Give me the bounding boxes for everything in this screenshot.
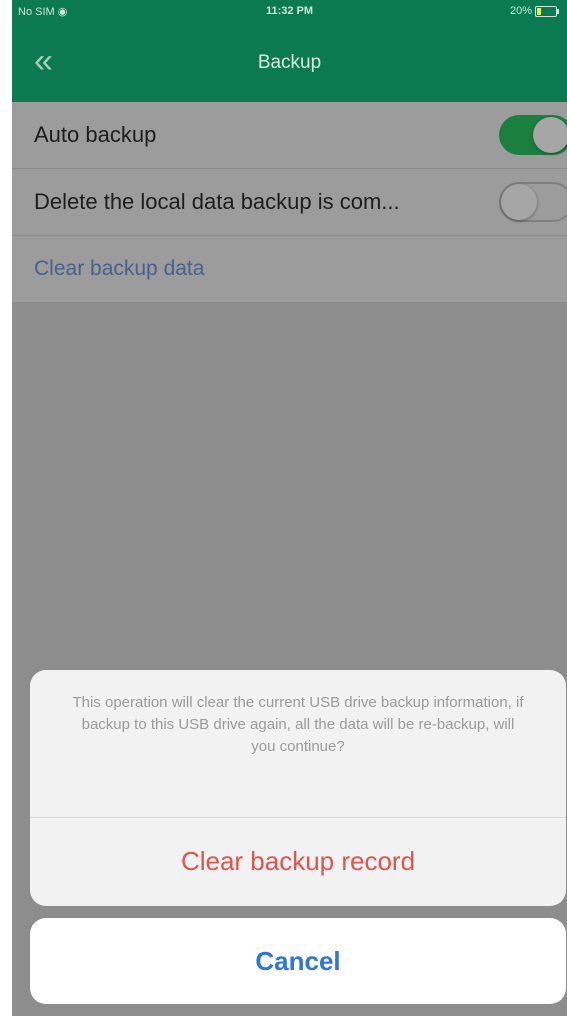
- clear-backup-data-row[interactable]: Clear backup data: [12, 236, 567, 303]
- cancel-button[interactable]: Cancel: [30, 918, 566, 1004]
- app-screen: No SIM ◉ 11:32 PM 20% « Backup Auto back…: [12, 0, 567, 1016]
- battery-icon: [535, 5, 559, 17]
- status-battery-percent: 20%: [509, 5, 532, 17]
- toggle-knob: [501, 184, 537, 220]
- settings-list: Auto backup Delete the local data backup…: [12, 102, 567, 303]
- delete-local-row: Delete the local data backup is com...: [12, 169, 567, 236]
- clear-backup-data-label: Clear backup data: [34, 257, 205, 280]
- delete-local-label: Delete the local data backup is com...: [34, 189, 400, 214]
- clear-backup-record-button[interactable]: Clear backup record: [30, 818, 566, 904]
- auto-backup-label: Auto backup: [34, 122, 157, 147]
- page-title: Backup: [257, 52, 322, 73]
- toggle-knob: [533, 117, 567, 153]
- action-sheet: This operation will clear the current US…: [30, 670, 566, 906]
- auto-backup-row: Auto backup: [12, 102, 567, 169]
- status-time: 11:32 PM: [265, 5, 314, 17]
- status-bar: No SIM ◉ 11:32 PM 20%: [12, 0, 567, 22]
- delete-local-toggle[interactable]: [499, 182, 567, 222]
- nav-bar: « Backup: [12, 22, 567, 102]
- action-sheet-message: This operation will clear the current US…: [30, 670, 566, 818]
- auto-backup-toggle[interactable]: [499, 115, 567, 155]
- status-battery-group: 20%: [509, 5, 559, 17]
